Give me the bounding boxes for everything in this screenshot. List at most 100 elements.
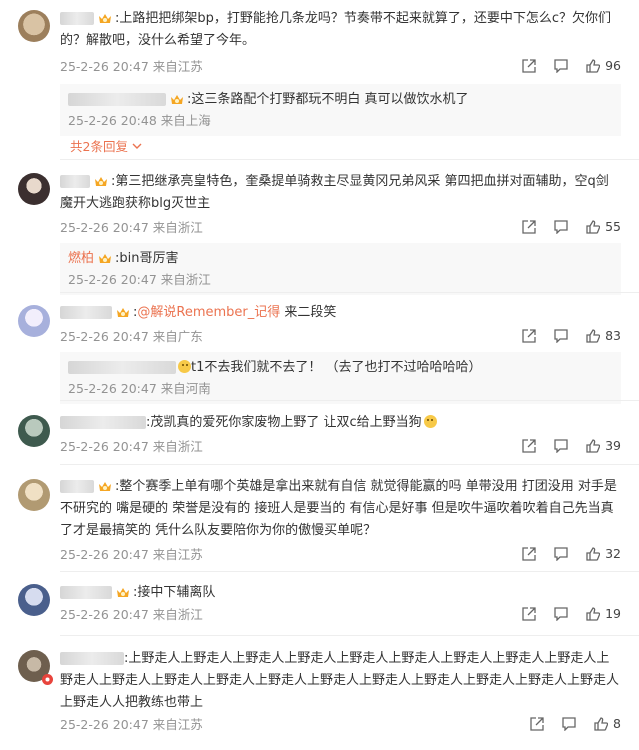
reply-block: :这三条路配个打野都玩不明白 真可以做饮水机了 25-2-26 20:48 来自… bbox=[60, 84, 621, 136]
username-blurred[interactable] bbox=[60, 652, 124, 665]
comment-icon bbox=[554, 328, 568, 343]
comment-button[interactable] bbox=[554, 606, 568, 621]
like-count: 8 bbox=[613, 716, 621, 731]
emoji-icon bbox=[423, 415, 437, 428]
share-icon bbox=[522, 606, 536, 621]
share-button[interactable] bbox=[522, 219, 536, 234]
comment-icon bbox=[554, 546, 568, 561]
thumbs-up-icon bbox=[586, 606, 601, 621]
share-button[interactable] bbox=[530, 716, 544, 731]
verified-badge-icon bbox=[42, 674, 53, 685]
comment-text: :上野走人上野走人上野走人上野走人上野走人上野走人上野走人上野走人上野走人上野走… bbox=[60, 651, 620, 710]
comment-icon bbox=[554, 606, 568, 621]
like-count: 83 bbox=[605, 328, 621, 343]
expand-replies-label: 共2条回复 bbox=[70, 139, 128, 154]
reply-block: 燃柏 :bin哥厉害 25-2-26 20:47 来自浙江 bbox=[60, 243, 621, 295]
crown-badge-icon bbox=[171, 95, 183, 104]
reply-text: :bin哥厉害 bbox=[115, 251, 179, 266]
comment-text: :上路把把绑架bp，打野能抢几条龙吗？节奏带不起来就算了，还要中下怎么c？欠你们… bbox=[60, 11, 612, 48]
expand-replies-link[interactable]: 共2条回复 bbox=[70, 136, 142, 155]
comment-icon bbox=[554, 58, 568, 73]
comment-text: :第三把继承亮皇特色，奎桑提单骑救主尽显黄冈兄弟风采 第四把血拼对面辅助，空q剑… bbox=[60, 174, 609, 211]
reply-meta: 25-2-26 20:47 来自河南 bbox=[68, 381, 211, 396]
comment-text: 来二段笑 bbox=[280, 305, 337, 320]
crown-badge-icon bbox=[95, 177, 107, 186]
thumbs-up-icon bbox=[586, 58, 601, 73]
comment-meta: 25-2-26 20:47 来自广东 bbox=[60, 329, 203, 344]
username-blurred[interactable] bbox=[60, 416, 146, 429]
comment-icon bbox=[554, 438, 568, 453]
crown-badge-icon bbox=[99, 482, 111, 491]
like-button[interactable]: 55 bbox=[586, 219, 621, 234]
comment-actions: 8 bbox=[512, 716, 621, 731]
comment-button[interactable] bbox=[554, 438, 568, 453]
thumbs-up-icon bbox=[594, 716, 609, 731]
like-button[interactable]: 8 bbox=[594, 716, 621, 731]
avatar[interactable] bbox=[18, 415, 50, 447]
share-button[interactable] bbox=[522, 328, 536, 343]
divider bbox=[60, 571, 639, 572]
divider bbox=[60, 635, 639, 636]
comment-text: :整个赛季上单有哪个英雄是拿出来就有自信 就觉得能赢的吗 单带没用 打团没用 对… bbox=[60, 479, 617, 538]
comment-actions: 96 bbox=[504, 58, 621, 73]
username-blurred[interactable] bbox=[60, 175, 90, 188]
like-count: 32 bbox=[605, 546, 621, 561]
share-button[interactable] bbox=[522, 546, 536, 561]
like-count: 55 bbox=[605, 219, 621, 234]
like-button[interactable]: 19 bbox=[586, 606, 621, 621]
like-count: 19 bbox=[605, 606, 621, 621]
comment-actions: 32 bbox=[504, 546, 621, 561]
crown-badge-icon bbox=[117, 588, 129, 597]
username-blurred[interactable] bbox=[60, 306, 112, 319]
divider bbox=[60, 292, 639, 293]
comment-meta: 25-2-26 20:47 来自浙江 bbox=[60, 439, 203, 454]
chevron-down-icon bbox=[132, 143, 142, 149]
username-blurred[interactable] bbox=[68, 361, 176, 374]
mention-link[interactable]: @解说Remember_记得 bbox=[137, 305, 280, 320]
thumbs-up-icon bbox=[586, 438, 601, 453]
comment-button[interactable] bbox=[554, 219, 568, 234]
share-icon bbox=[530, 716, 544, 731]
reply-block: t1不去我们就不去了！ （去了也打不过哈哈哈哈） 25-2-26 20:47 来… bbox=[60, 352, 621, 404]
reply-text: t1不去我们就不去了！ （去了也打不过哈哈哈哈） bbox=[191, 360, 482, 375]
comment-text: :接中下辅离队 bbox=[133, 585, 216, 600]
crown-badge-icon bbox=[99, 14, 111, 23]
like-button[interactable]: 32 bbox=[586, 546, 621, 561]
reply-meta: 25-2-26 20:47 来自浙江 bbox=[68, 272, 211, 287]
comment-meta: 25-2-26 20:47 来自浙江 bbox=[60, 220, 203, 235]
comment-button[interactable] bbox=[554, 328, 568, 343]
share-button[interactable] bbox=[522, 606, 536, 621]
username-blurred[interactable] bbox=[68, 93, 166, 106]
comment-meta: 25-2-26 20:47 来自江苏 bbox=[60, 717, 203, 732]
thumbs-up-icon bbox=[586, 328, 601, 343]
comment-icon bbox=[562, 716, 576, 731]
comment-actions: 55 bbox=[504, 219, 621, 234]
share-button[interactable] bbox=[522, 438, 536, 453]
divider bbox=[60, 159, 639, 160]
avatar[interactable] bbox=[18, 584, 50, 616]
comment-button[interactable] bbox=[562, 716, 576, 731]
username-blurred[interactable] bbox=[60, 586, 112, 599]
username-blurred[interactable] bbox=[60, 480, 94, 493]
comment-actions: 83 bbox=[504, 328, 621, 343]
crown-badge-icon bbox=[99, 254, 112, 263]
avatar[interactable] bbox=[18, 305, 50, 337]
emoji-icon bbox=[178, 360, 191, 373]
like-button[interactable]: 83 bbox=[586, 328, 621, 343]
like-button[interactable]: 39 bbox=[586, 438, 621, 453]
comment-text: :茂凯真的爱死你家废物上野了 让双c给上野当狗 bbox=[146, 415, 422, 430]
username-blurred[interactable] bbox=[60, 12, 94, 25]
comment-button[interactable] bbox=[554, 546, 568, 561]
comment-button[interactable] bbox=[554, 58, 568, 73]
like-count: 96 bbox=[605, 58, 621, 73]
avatar[interactable] bbox=[18, 173, 50, 205]
reply-username[interactable]: 燃柏 bbox=[68, 251, 94, 266]
avatar[interactable] bbox=[18, 479, 50, 511]
comment-actions: 19 bbox=[504, 606, 621, 621]
avatar[interactable] bbox=[18, 10, 50, 42]
reply-meta: 25-2-26 20:48 来自上海 bbox=[68, 113, 211, 128]
thumbs-up-icon bbox=[586, 546, 601, 561]
share-button[interactable] bbox=[522, 58, 536, 73]
comment-icon bbox=[554, 219, 568, 234]
like-button[interactable]: 96 bbox=[586, 58, 621, 73]
